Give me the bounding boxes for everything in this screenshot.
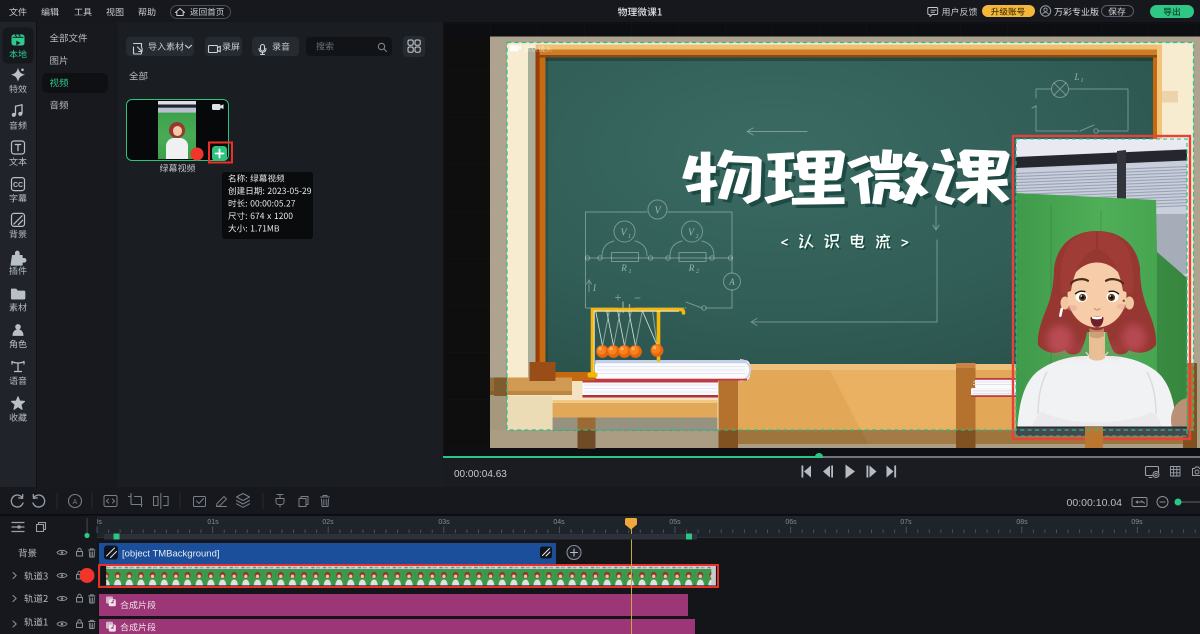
svg-text:[object TMBackground]: [object TMBackground] xyxy=(122,549,220,560)
svg-text:A: A xyxy=(73,499,78,506)
svg-text:1: 1 xyxy=(1081,78,1084,84)
svg-text:CC: CC xyxy=(13,182,23,189)
svg-text:02s: 02s xyxy=(322,519,334,526)
svg-text:04s: 04s xyxy=(553,519,565,526)
svg-text:07s: 07s xyxy=(900,519,912,526)
svg-text:09s: 09s xyxy=(1131,519,1143,526)
svg-text:00:00:04.63: 00:00:04.63 xyxy=(454,469,507,480)
svg-text:L: L xyxy=(1073,72,1079,82)
svg-text:1: 1 xyxy=(628,234,631,240)
svg-text:A: A xyxy=(728,277,735,287)
svg-text:01s: 01s xyxy=(207,519,219,526)
svg-text:R: R xyxy=(688,263,695,273)
svg-text:2: 2 xyxy=(696,234,699,240)
svg-text:08s: 08s xyxy=(1016,519,1028,526)
svg-text:00:00:10.04: 00:00:10.04 xyxy=(1067,497,1123,509)
svg-text:03s: 03s xyxy=(438,519,450,526)
svg-text:1: 1 xyxy=(629,269,632,275)
svg-text:06s: 06s xyxy=(785,519,797,526)
svg-text:2: 2 xyxy=(696,269,699,275)
svg-text:05s: 05s xyxy=(669,519,681,526)
svg-text:R: R xyxy=(620,263,627,273)
